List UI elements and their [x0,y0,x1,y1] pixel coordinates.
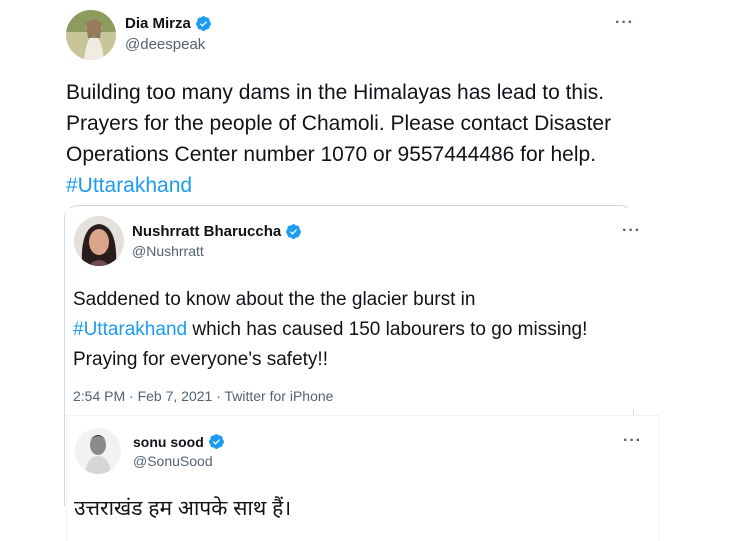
avatar[interactable] [74,216,124,266]
author-handle[interactable]: @deespeak [125,36,205,53]
more-options-icon[interactable]: ··· [623,432,642,450]
author-name[interactable]: Dia Mirza [125,15,191,32]
tweet-nushrratt-bharuccha[interactable]: Nushrratt Bharuccha @Nushrratt ··· Sadde… [66,208,656,410]
verified-badge-icon [286,224,302,239]
verified-badge-icon [208,434,224,449]
author-handle[interactable]: @SonuSood [133,453,213,469]
avatar-photo [74,216,124,266]
tweet-dia-mirza[interactable]: Dia Mirza @deespeak ··· Building too man… [0,0,730,205]
author-name[interactable]: Nushrratt Bharuccha [132,223,281,240]
avatar[interactable] [75,428,121,474]
author-handle[interactable]: @Nushrratt [132,243,204,259]
author-name[interactable]: sonu sood [133,434,204,450]
tweet-text: उत्तराखंड हम आपके साथ हैं। [74,497,292,520]
more-options-icon[interactable]: ··· [622,222,641,240]
more-options-icon[interactable]: ··· [615,14,634,32]
verified-badge-icon [195,16,211,31]
hashtag-link[interactable]: #Uttarakhand [73,319,187,340]
tweet-text: Building too many dams in the Himalayas … [66,77,636,201]
tweet-sonu-sood[interactable]: sonu sood @SonuSood ··· उत्तराखंड हम आपक… [66,415,660,541]
avatar-photo [75,428,121,474]
tweet-timestamp[interactable]: 2:54 PM · Feb 7, 2021 · Twitter for iPho… [73,388,333,404]
tweet-text-body: Building too many dams in the Himalayas … [66,81,612,166]
hashtag-link[interactable]: #Uttarakhand [66,174,192,197]
tweet-text: Saddened to know about the the glacier b… [73,285,633,375]
tweet-text-body: Saddened to know about the the glacier b… [73,289,476,310]
avatar-photo [66,10,116,60]
avatar[interactable] [66,10,116,60]
